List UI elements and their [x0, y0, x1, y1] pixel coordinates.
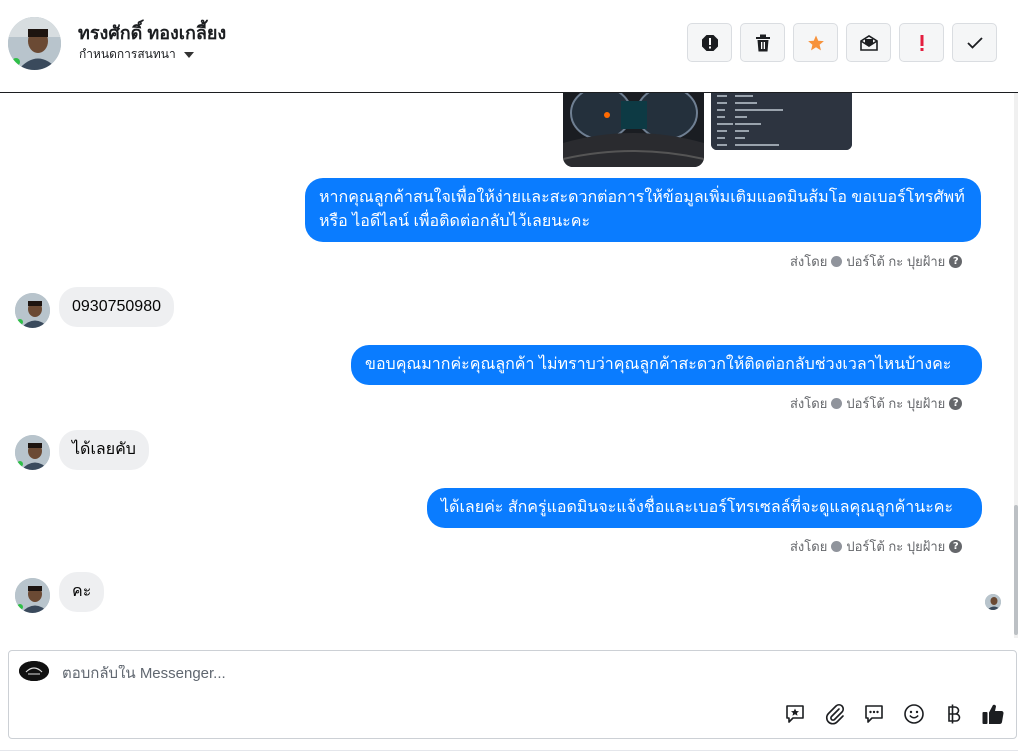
attachment-icon: [826, 703, 845, 725]
contact-avatar-small[interactable]: [15, 578, 50, 613]
mark-done-button[interactable]: [952, 23, 997, 62]
emoji-icon: [904, 704, 924, 724]
reply-composer: [8, 650, 1017, 739]
caret-down-icon: [183, 51, 194, 58]
stop-icon: [701, 34, 718, 51]
contact-avatar-small[interactable]: [15, 293, 50, 328]
assign-label: กำหนดการสนทนา: [79, 47, 176, 61]
sender-badge-icon: [831, 256, 843, 267]
mark-unread-icon: [859, 34, 878, 51]
message-bubble-outgoing[interactable]: ขอบคุณมากค่ะคุณลูกค้า ไม่ทราบว่าคุณลูกค้…: [351, 345, 982, 385]
payment-button[interactable]: [941, 701, 967, 727]
help-icon[interactable]: ?: [949, 540, 963, 553]
message-thread[interactable]: หากคุณลูกค้าสนใจเพื่อให้ง่ายและสะดวกต่อก…: [0, 93, 1018, 641]
message-bubble-incoming[interactable]: ได้เลยคับ: [59, 430, 149, 470]
like-button[interactable]: [980, 701, 1006, 727]
reply-input[interactable]: [62, 665, 762, 682]
message-bubble-incoming[interactable]: 0930750980: [59, 287, 174, 327]
block-button[interactable]: [687, 23, 732, 62]
image-attachment-dashboard[interactable]: [563, 93, 704, 167]
saved-reply-icon: [786, 705, 804, 723]
scrollbar-thumb[interactable]: [1014, 505, 1018, 635]
check-icon: [966, 36, 983, 49]
attach-button[interactable]: [822, 701, 848, 727]
divider: [0, 750, 1018, 751]
sender-name: ปอร์โต้ กะ ปุยฝ้าย: [846, 539, 946, 554]
sender-name: ปอร์โต้ กะ ปุยฝ้าย: [846, 396, 946, 411]
sent-by-row: ส่งโดย ปอร์โต้ กะ ปุยฝ้าย ?: [790, 393, 963, 414]
image-attachment-details[interactable]: [711, 93, 852, 150]
trash-icon: [755, 34, 770, 51]
exclamation-icon: [920, 34, 923, 51]
message-bubble-outgoing[interactable]: ได้เลยค่ะ สักครู่แอดมินจะแจ้งชื่อและเบอร…: [427, 488, 982, 528]
mark-unread-button[interactable]: [846, 23, 891, 62]
sender-badge-icon: [831, 541, 843, 552]
sender-name: ปอร์โต้ กะ ปุยฝ้าย: [846, 254, 946, 269]
help-icon[interactable]: ?: [949, 255, 963, 268]
sent-by-row: ส่งโดย ปอร์โต้ กะ ปุยฝ้าย ?: [790, 251, 963, 272]
star-button[interactable]: [793, 23, 838, 62]
saved-reply-button[interactable]: [782, 701, 808, 727]
delete-button[interactable]: [740, 23, 785, 62]
spam-button[interactable]: [899, 23, 944, 62]
seen-indicator-avatar: [985, 594, 1001, 610]
help-icon[interactable]: ?: [949, 397, 963, 410]
assign-conversation-dropdown[interactable]: กำหนดการสนทนา: [79, 45, 194, 64]
sent-by-label: ส่งโดย: [790, 539, 828, 554]
contact-name[interactable]: ทรงศักดิ์ ทองเกลี้ยง: [78, 18, 226, 47]
contact-avatar-small[interactable]: [15, 435, 50, 470]
chat-icon: [865, 705, 883, 723]
sender-badge-icon: [831, 398, 843, 409]
message-bubble-outgoing[interactable]: หากคุณลูกค้าสนใจเพื่อให้ง่ายและสะดวกต่อก…: [305, 178, 981, 242]
sent-by-label: ส่งโดย: [790, 396, 828, 411]
page-logo: [19, 661, 49, 681]
star-icon: [807, 35, 824, 50]
sent-by-label: ส่งโดย: [790, 254, 828, 269]
message-bubble-incoming[interactable]: คะ: [59, 572, 105, 612]
conversation-header: ทรงศักดิ์ ทองเกลี้ยง กำหนดการสนทนา: [0, 0, 1018, 93]
thumbs-up-icon: [982, 704, 1004, 725]
emoji-button[interactable]: [901, 701, 927, 727]
baht-icon: [948, 704, 961, 724]
contact-avatar[interactable]: [8, 17, 61, 70]
quick-reply-button[interactable]: [861, 701, 887, 727]
sent-by-row: ส่งโดย ปอร์โต้ กะ ปุยฝ้าย ?: [790, 536, 963, 557]
